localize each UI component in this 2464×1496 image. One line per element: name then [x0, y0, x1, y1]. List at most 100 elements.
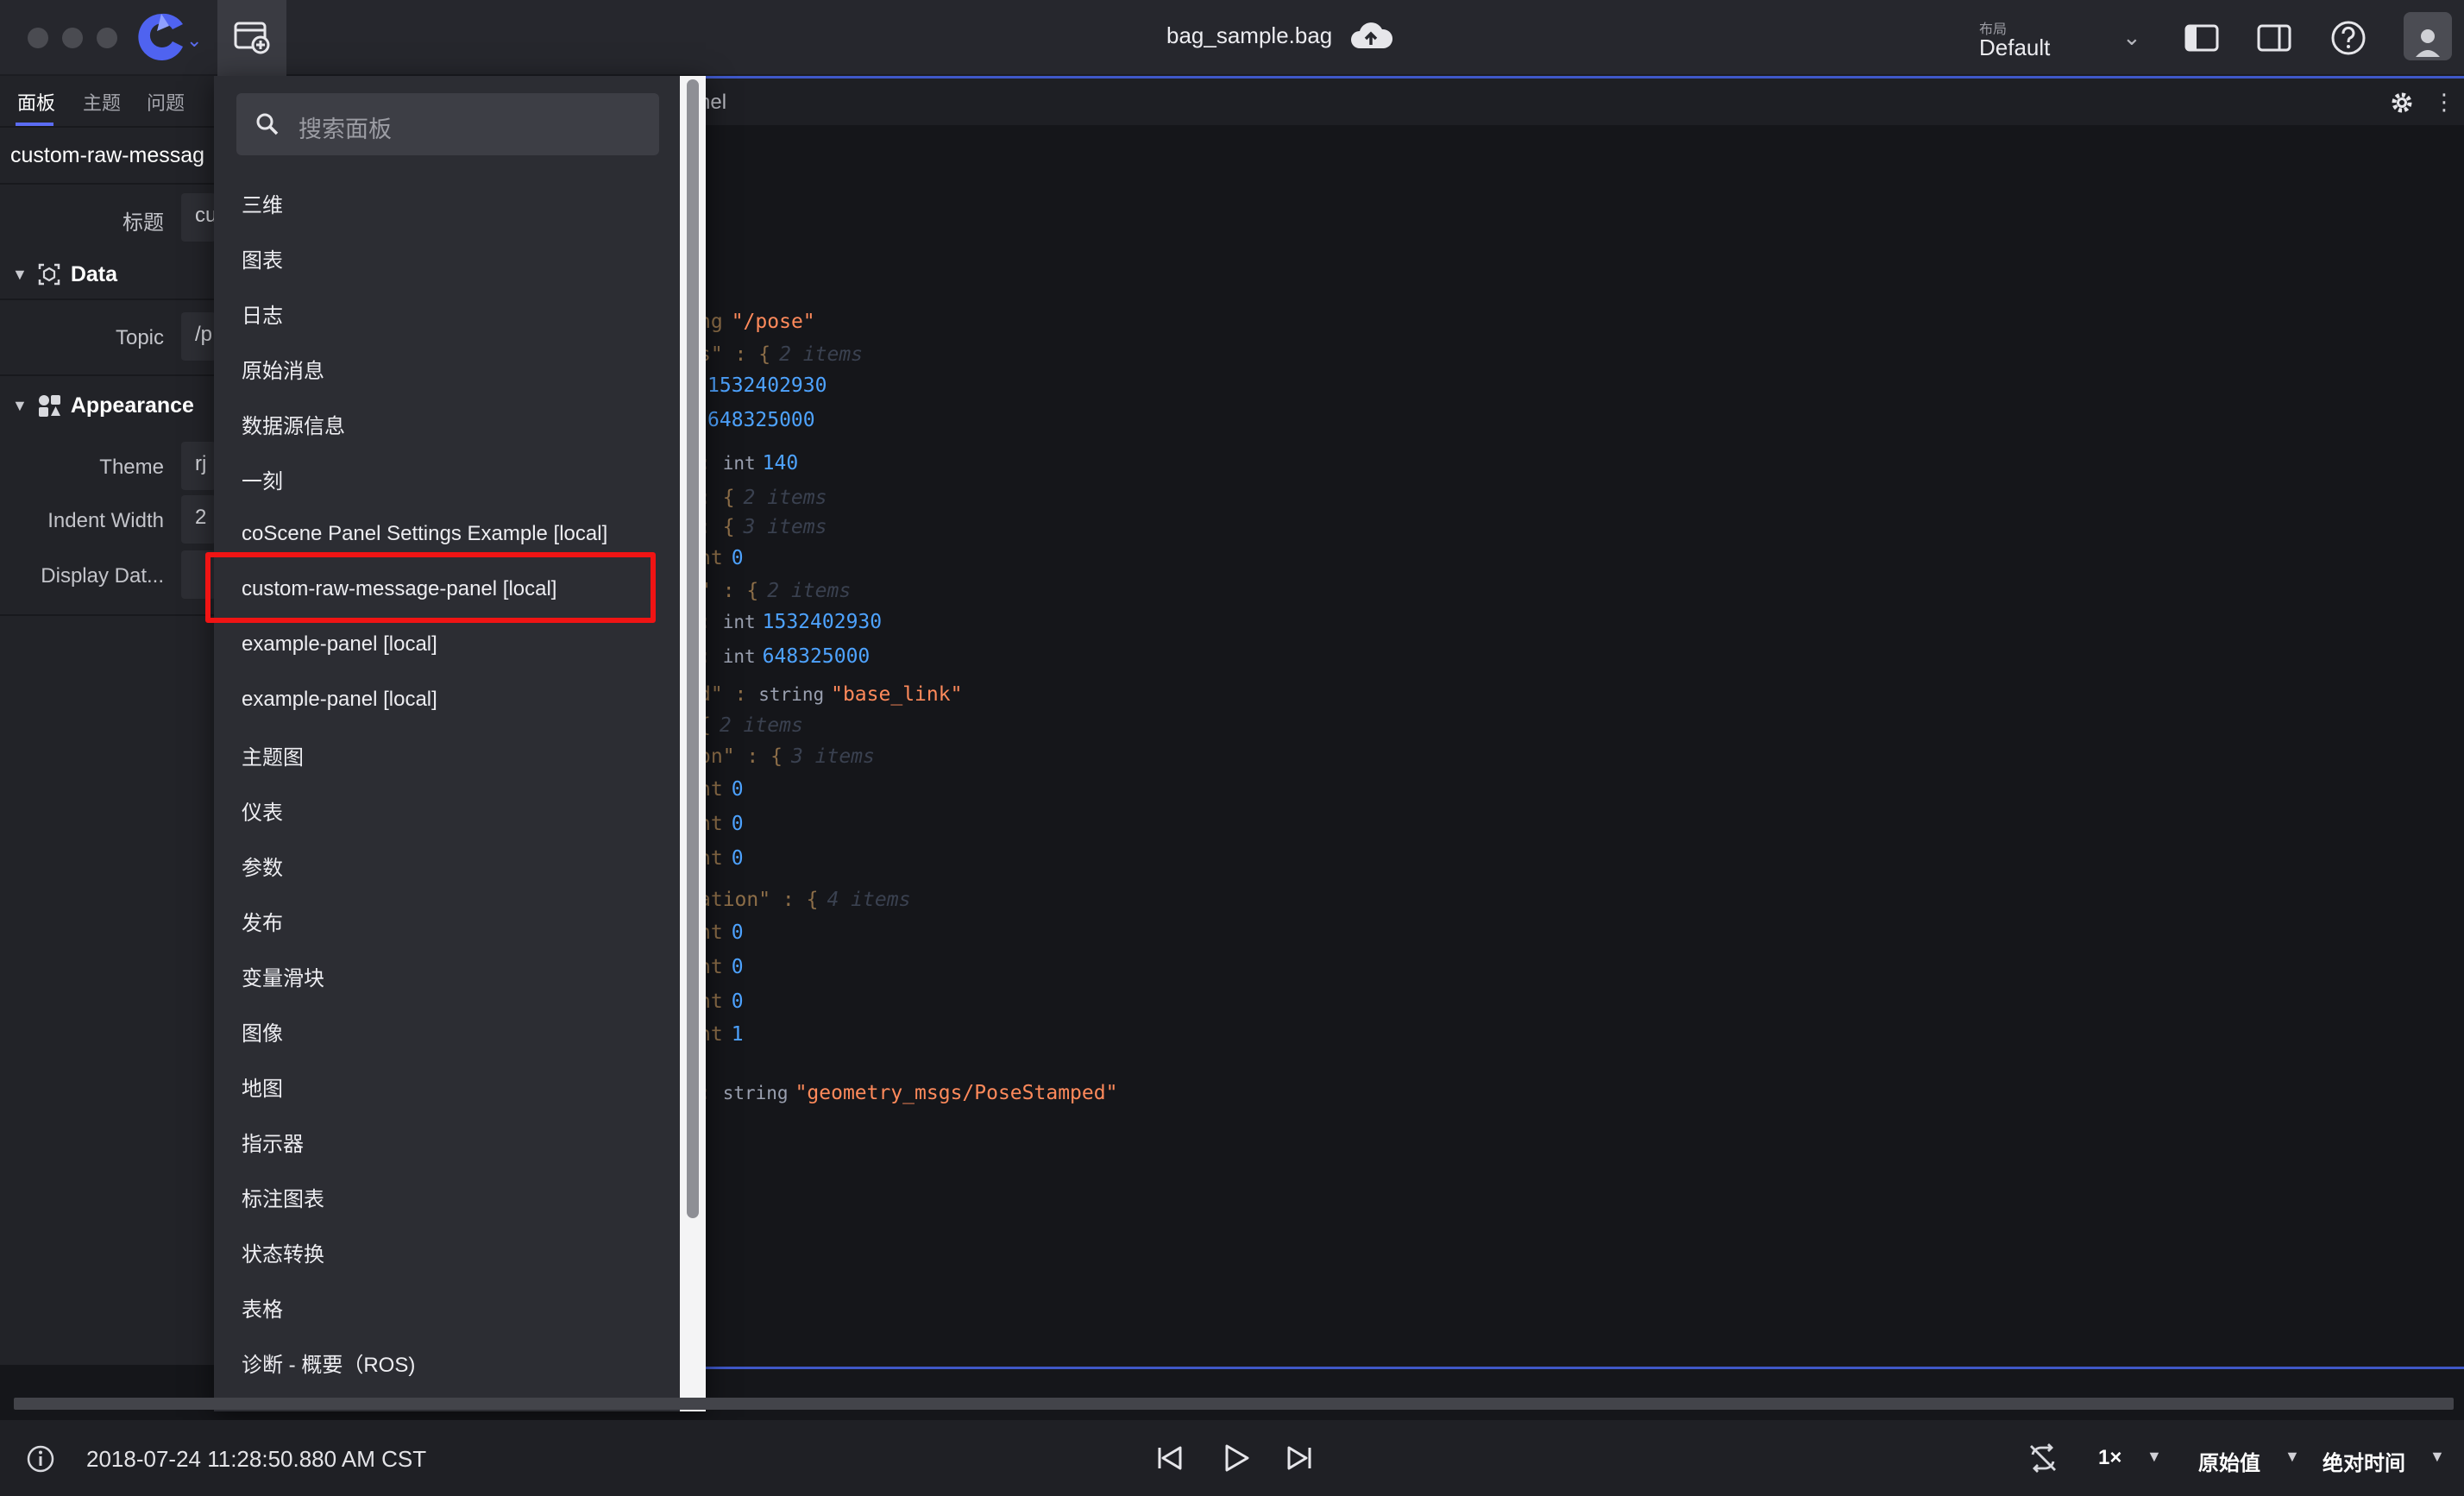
indent-width-label: Indent Width — [47, 509, 164, 532]
time-mode-select[interactable]: 绝对时间 — [2323, 1446, 2405, 1476]
menu-item[interactable]: 日志 — [242, 292, 283, 335]
message-field-key: " : { — [699, 580, 759, 602]
value-mode-caret-down-icon[interactable]: ▼ — [2285, 1448, 2300, 1466]
theme-select[interactable]: rj — [181, 442, 216, 490]
message-tree-row: {2 items — [699, 714, 803, 737]
menu-item[interactable]: 数据源信息 — [242, 402, 345, 445]
menu-item[interactable]: 参数 — [242, 844, 283, 887]
data-section-icon — [38, 263, 60, 286]
appearance-section-header[interactable]: ▼ Appearance — [12, 385, 194, 426]
play-icon[interactable] — [1216, 1439, 1254, 1477]
tab-topics[interactable]: 主题 — [83, 88, 121, 116]
playback-timestamp[interactable]: 2018-07-24 11:28:50.880 AM CST — [86, 1446, 426, 1473]
menu-item[interactable]: 状态转换 — [242, 1230, 324, 1273]
loop-off-icon[interactable] — [2024, 1439, 2062, 1477]
data-section-title: Data — [70, 261, 118, 286]
time-mode-caret-down-icon[interactable]: ▼ — [2429, 1448, 2445, 1466]
window-close-button[interactable] — [28, 28, 48, 48]
menu-item[interactable]: 图像 — [242, 1009, 283, 1053]
menu-item[interactable]: 三维 — [242, 181, 283, 224]
menu-item[interactable]: 一刻 — [242, 457, 283, 500]
layout-chevron-down-icon[interactable]: ⌄ — [2122, 24, 2141, 51]
title-input[interactable]: cu — [181, 193, 216, 242]
message-field-value: 0 — [731, 990, 744, 1013]
user-icon — [2416, 29, 2440, 57]
menu-item[interactable]: example-panel [local] — [242, 678, 437, 721]
settings-sidebar: 面板 主题 问题 custom-raw-messag 标题 cu ▼ Data … — [0, 76, 216, 1365]
cloud-upload-icon[interactable] — [1349, 19, 1392, 53]
menu-item[interactable]: coScene Panel Settings Example [local] — [242, 512, 607, 556]
playback-speed-select[interactable]: 1× — [2098, 1446, 2121, 1470]
menu-scrollbar-thumb[interactable] — [687, 79, 699, 1218]
user-avatar[interactable] — [2404, 12, 2452, 60]
message-tree-row: ng "/pose" — [699, 311, 815, 333]
appearance-section-title: Appearance — [70, 393, 194, 418]
message-tree-row: ation" : {4 items — [699, 889, 910, 911]
seek-backward-icon[interactable] — [1151, 1439, 1189, 1477]
search-placeholder: 搜索面板 — [299, 116, 392, 142]
sidebar-tabs: 面板 主题 问题 — [0, 76, 214, 128]
message-field-key: s" : { — [699, 343, 771, 366]
menu-item[interactable]: example-panel [local] — [242, 623, 437, 666]
message-tree-row: : int 648325000 — [699, 645, 870, 668]
topic-input[interactable]: /p — [181, 312, 216, 361]
message-field-value: 140 — [762, 452, 799, 475]
message-field-value: 648325000 — [707, 409, 815, 431]
search-icon — [256, 113, 279, 135]
help-icon[interactable] — [2329, 19, 2367, 57]
toggle-right-sidebar-icon[interactable] — [2255, 19, 2293, 57]
menu-item[interactable]: 发布 — [242, 899, 283, 942]
tab-problems[interactable]: 问题 — [147, 88, 185, 116]
selected-panel-name: custom-raw-messag — [10, 143, 205, 167]
menu-item[interactable]: 主题图 — [242, 733, 304, 776]
speed-caret-down-icon[interactable]: ▼ — [2147, 1448, 2162, 1466]
panel-search-input[interactable]: 搜索面板 — [236, 93, 659, 155]
add-panel-icon — [234, 22, 270, 54]
menu-item[interactable]: 图表 — [242, 236, 283, 280]
value-mode-select[interactable]: 原始值 — [2198, 1446, 2260, 1476]
add-panel-button[interactable] — [217, 0, 286, 76]
message-field-type: int — [722, 453, 756, 474]
message-tree-row: : {3 items — [699, 516, 827, 538]
message-field-value: 1532402930 — [707, 374, 827, 397]
display-data-select[interactable] — [181, 550, 216, 599]
menu-item[interactable]: custom-raw-message-panel [local] — [242, 568, 556, 611]
display-data-label: Display Dat... — [41, 564, 164, 588]
menu-item[interactable]: 地图 — [242, 1065, 283, 1108]
message-field-value: 0 — [731, 921, 744, 944]
playback-timeline[interactable] — [14, 1398, 2454, 1410]
menu-item[interactable]: 指示器 — [242, 1120, 304, 1163]
menu-item[interactable]: 诊断 - 概要（ROS) — [242, 1341, 415, 1384]
info-icon[interactable] — [26, 1444, 55, 1474]
more-options-icon[interactable]: ⋮ — [2433, 89, 2455, 116]
seek-forward-icon[interactable] — [1280, 1439, 1318, 1477]
layout-select[interactable]: Default — [1979, 35, 2050, 61]
indent-width-input[interactable]: 2 — [181, 495, 216, 544]
message-field-value: 4 items — [827, 889, 911, 911]
message-field-value: 2 items — [743, 487, 827, 509]
menu-item[interactable]: 变量滑块 — [242, 954, 324, 997]
active-tab-indicator — [16, 123, 53, 126]
message-tree-row: : int 1532402930 — [699, 611, 882, 633]
window-minimize-button[interactable] — [62, 28, 83, 48]
window-zoom-button[interactable] — [97, 28, 117, 48]
message-tree-row: : {2 items — [699, 487, 827, 509]
menu-item[interactable]: 表格 — [242, 1285, 283, 1329]
message-field-value: 0 — [731, 847, 744, 870]
gear-icon[interactable] — [2390, 91, 2414, 115]
menu-item[interactable]: 原始消息 — [242, 347, 324, 390]
menu-item[interactable]: 标注图表 — [242, 1175, 324, 1218]
toggle-left-sidebar-icon[interactable] — [2183, 19, 2221, 57]
message-field-key: d" : — [699, 683, 759, 706]
data-section-header[interactable]: ▼ Data — [12, 254, 117, 295]
divider — [0, 183, 216, 185]
coscene-logo-icon[interactable] — [135, 10, 188, 64]
app-menu-chevron-icon[interactable]: ⌄ — [186, 29, 202, 52]
message-field-value: 648325000 — [762, 645, 871, 668]
message-tree-row: 1532402930 — [699, 374, 827, 397]
tab-panels[interactable]: 面板 — [17, 88, 55, 116]
menu-item[interactable]: 仪表 — [242, 789, 283, 832]
theme-label: Theme — [99, 456, 164, 479]
message-field-value: 1 — [731, 1023, 744, 1046]
message-field-type: string — [722, 1083, 789, 1103]
